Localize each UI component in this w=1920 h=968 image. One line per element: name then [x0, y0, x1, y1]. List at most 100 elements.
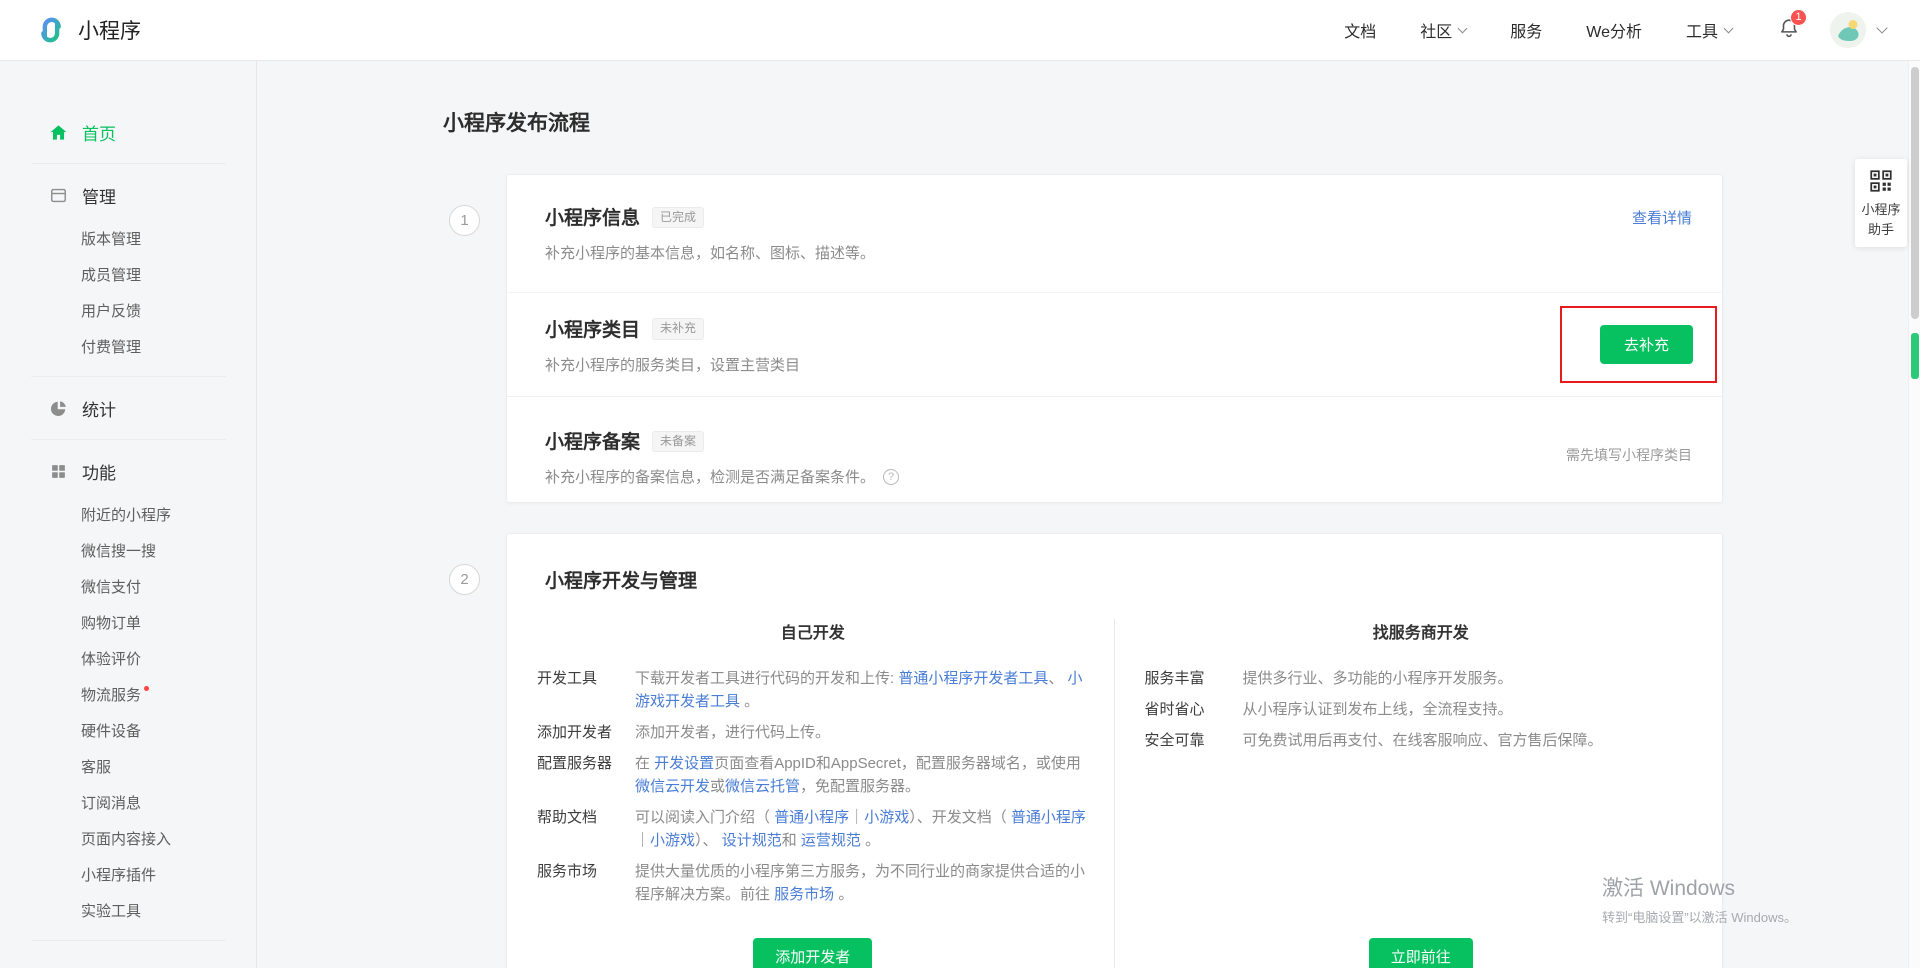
view-details-link[interactable]: 查看详情 [1632, 207, 1692, 228]
sidebar-group-label: 管理 [82, 183, 116, 208]
fill-category-button[interactable]: 去补充 [1600, 325, 1693, 364]
inline-link[interactable]: 普通小程序开发者工具 [898, 670, 1048, 687]
sidebar-item-实验工具[interactable]: 实验工具 [0, 892, 256, 928]
inline-link[interactable]: 普通小程序 [1011, 809, 1086, 826]
sidebar-item-label: 微信搜一搜 [81, 540, 156, 561]
scrollbar[interactable] [1908, 61, 1920, 968]
manage-icon [48, 185, 68, 205]
inline-link[interactable]: 运营规范 [801, 832, 861, 849]
sidebar-item-用户反馈[interactable]: 用户反馈 [0, 292, 256, 328]
inline-link[interactable]: 普通小程序 [774, 809, 849, 826]
sidebar-item-label: 实验工具 [81, 900, 141, 921]
brand[interactable]: 小程序 [34, 13, 141, 47]
dev-row-label: 省时省心 [1145, 698, 1243, 721]
dev-row-label: 开发工具 [537, 667, 635, 713]
chevron-down-icon [1458, 23, 1468, 33]
sidebar-item-微信支付[interactable]: 微信支付 [0, 568, 256, 604]
sidebar-item-体验评价[interactable]: 体验评价 [0, 640, 256, 676]
sidebar-item-label: 购物订单 [81, 612, 141, 633]
sidebar-group-manage[interactable]: 管理 [0, 176, 256, 214]
mini-program-assistant-panel[interactable]: 小程序 助手 [1855, 159, 1907, 247]
nav-item-community[interactable]: 社区 [1420, 18, 1466, 42]
sidebar-item-购物订单[interactable]: 购物订单 [0, 604, 256, 640]
inline-link[interactable]: 小游戏 [864, 809, 909, 826]
top-nav: 文档 社区 服务 We分析 工具 [1344, 18, 1732, 42]
sidebar-item-home[interactable]: 首页 [0, 113, 256, 151]
sidebar-item-页面内容接入[interactable]: 页面内容接入 [0, 820, 256, 856]
self-develop-column: 自己开发 开发工具 下载开发者工具进行代码的开发和上传: 普通小程序开发者工具、… [507, 619, 1115, 968]
main-content: 小程序发布流程 1 小程序信息 已完成 补充小程序的基本信息，如名称、图标、描述… [257, 61, 1908, 968]
divider [31, 940, 226, 941]
sidebar-item-label: 订阅消息 [81, 792, 141, 813]
dev-row-label: 服务市场 [537, 860, 635, 906]
sidebar-features-list: 附近的小程序微信搜一搜微信支付购物订单体验评价物流服务硬件设备客服订阅消息页面内… [0, 490, 256, 928]
sidebar-item-微信搜一搜[interactable]: 微信搜一搜 [0, 532, 256, 568]
sidebar-item-label: 硬件设备 [81, 720, 141, 741]
sidebar-item-附近的小程序[interactable]: 附近的小程序 [0, 496, 256, 532]
sidebar-item-付费管理[interactable]: 付费管理 [0, 328, 256, 364]
brand-name: 小程序 [78, 15, 141, 45]
flow-row-mini-program-info: 小程序信息 已完成 补充小程序的基本信息，如名称、图标、描述等。 查看详情 [507, 175, 1722, 292]
inline-link[interactable]: 微信云开发 [635, 778, 710, 795]
notifications-button[interactable]: 1 [1778, 17, 1800, 44]
add-developer-button[interactable]: 添加开发者 [753, 938, 872, 968]
dev-row-label: 配置服务器 [537, 752, 635, 798]
inline-link[interactable]: 设计规范 [722, 832, 782, 849]
header-actions: 文档 社区 服务 We分析 工具 1 [1344, 12, 1886, 48]
nav-item-label: 工具 [1686, 18, 1718, 42]
sidebar-item-label: 体验评价 [81, 648, 141, 669]
chevron-down-icon [1724, 23, 1734, 33]
nav-item-we-analytics[interactable]: We分析 [1586, 18, 1642, 42]
dev-row-text: 提供多行业、多功能的小程序开发服务。 [1243, 667, 1698, 690]
card-title: 小程序开发与管理 [507, 534, 1722, 593]
dev-row-text: 从小程序认证到发布上线，全流程支持。 [1243, 698, 1698, 721]
row-title: 小程序类目 [545, 315, 640, 342]
dev-row-label: 安全可靠 [1145, 729, 1243, 752]
sidebar-group-stats[interactable]: 统计 [0, 389, 256, 427]
qr-code-icon [1868, 181, 1894, 198]
sidebar-item-版本管理[interactable]: 版本管理 [0, 220, 256, 256]
nav-item-label: We分析 [1586, 18, 1642, 42]
dev-row-tools: 开发工具 下载开发者工具进行代码的开发和上传: 普通小程序开发者工具、 小游戏开… [537, 667, 1089, 713]
nav-item-label: 社区 [1420, 18, 1452, 42]
scrollbar-thumb[interactable] [1911, 67, 1919, 319]
nav-item-service[interactable]: 服务 [1510, 18, 1542, 42]
sidebar-group-label: 统计 [82, 396, 116, 421]
sidebar-group-features[interactable]: 功能 [0, 452, 256, 490]
sidebar: 首页 管理 版本管理成员管理用户反馈付费管理 统计 功能 附近的小程 [0, 61, 257, 968]
status-badge: 已完成 [652, 207, 704, 229]
nav-item-docs[interactable]: 文档 [1344, 18, 1376, 42]
sidebar-item-小程序插件[interactable]: 小程序插件 [0, 856, 256, 892]
service-provider-column: 找服务商开发 服务丰富 提供多行业、多功能的小程序开发服务。 省时省心 从小程序… [1115, 619, 1723, 968]
dev-row-text: 添加开发者，进行代码上传。 [635, 721, 1089, 744]
notification-badge: 1 [1790, 9, 1807, 26]
inline-link[interactable]: 小游戏 [650, 832, 695, 849]
sidebar-item-成员管理[interactable]: 成员管理 [0, 256, 256, 292]
help-question-icon[interactable] [883, 469, 899, 485]
nav-item-label: 文档 [1344, 18, 1376, 42]
sidebar-item-客服[interactable]: 客服 [0, 748, 256, 784]
go-now-button[interactable]: 立即前往 [1369, 938, 1473, 968]
prerequisite-hint: 需先填写小程序类目 [1566, 445, 1692, 465]
sidebar-item-订阅消息[interactable]: 订阅消息 [0, 784, 256, 820]
dev-row-label: 服务丰富 [1145, 667, 1243, 690]
sidebar-item-硬件设备[interactable]: 硬件设备 [0, 712, 256, 748]
page-title: 小程序发布流程 [443, 107, 590, 137]
inline-link[interactable]: 服务市场 [774, 886, 834, 903]
step-1-number: 1 [449, 205, 480, 236]
inline-link[interactable]: 微信云托管 [725, 778, 800, 795]
sidebar-item-label: 版本管理 [81, 228, 141, 249]
dev-row-add-developer: 添加开发者 添加开发者，进行代码上传。 [537, 721, 1089, 744]
inline-link[interactable]: 开发设置 [654, 755, 714, 772]
nav-item-tools[interactable]: 工具 [1686, 18, 1732, 42]
status-badge: 未备案 [652, 431, 704, 453]
account-chevron-down-icon[interactable] [1876, 22, 1887, 33]
dev-row-text: 可免费试用后再支付、在线客服响应、官方售后保障。 [1243, 729, 1698, 752]
divider [31, 439, 226, 440]
scrollbar-highlight-marker [1911, 333, 1919, 379]
sidebar-item-物流服务[interactable]: 物流服务 [0, 676, 256, 712]
row-description: 补充小程序的服务类目，设置主营类目 [545, 354, 800, 375]
row-title: 小程序信息 [545, 203, 640, 230]
provider-row-safe-reliable: 安全可靠 可免费试用后再支付、在线客服响应、官方售后保障。 [1145, 729, 1698, 752]
user-avatar[interactable] [1830, 12, 1866, 48]
